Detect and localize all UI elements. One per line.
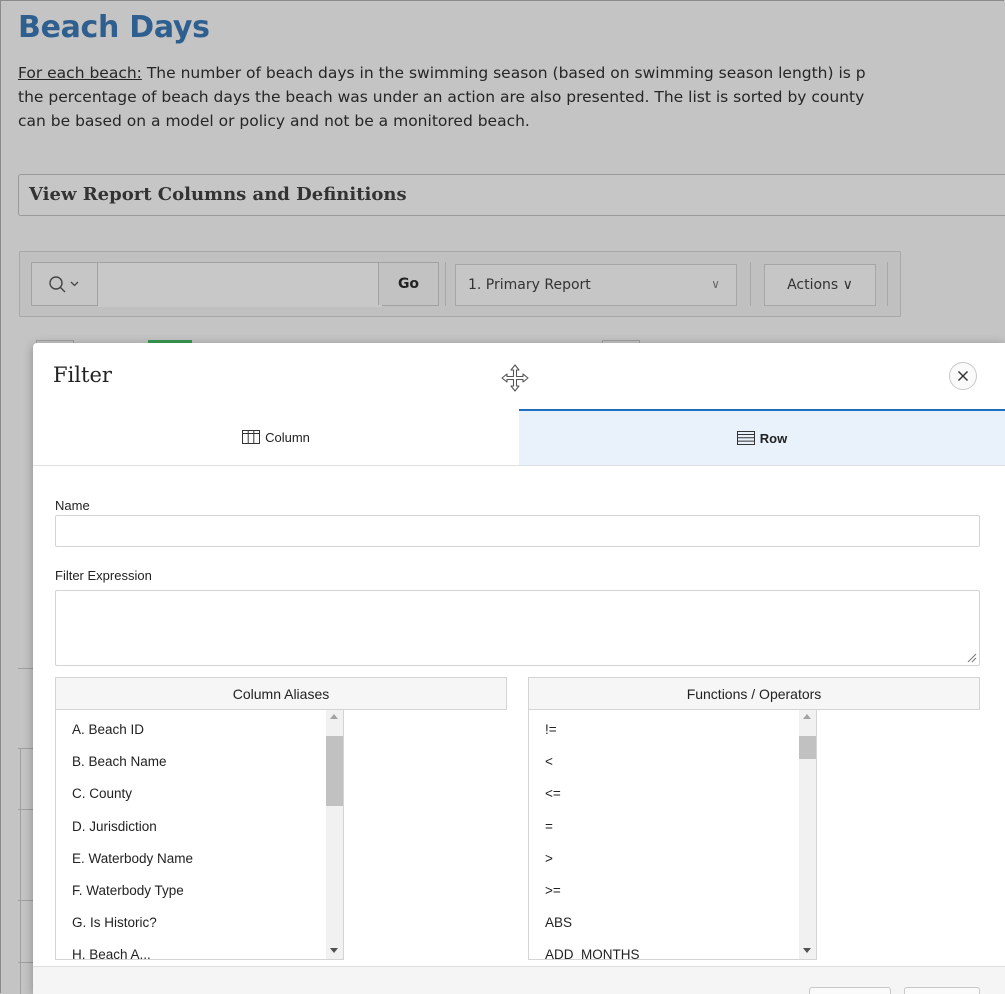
functions-operators-header: Functions / Operators [528,677,980,710]
scroll-down-icon[interactable] [803,948,811,953]
scroll-up-icon[interactable] [803,714,811,719]
scroll-down-icon[interactable] [330,948,338,953]
intro-label: For each beach: [18,64,142,82]
list-item[interactable]: A. Beach ID [56,714,343,746]
list-item[interactable]: <= [529,778,816,810]
search-input[interactable] [98,263,382,307]
search-bar: Go [31,262,439,307]
go-button[interactable]: Go [378,263,438,305]
name-field[interactable] [55,515,980,547]
actions-menu-button[interactable]: Actions ∨ [764,264,876,306]
chevron-down-icon: ∨ [711,277,720,291]
page-title: Beach Days [18,10,210,45]
table-columns-icon [242,430,261,444]
tab-row[interactable]: Row [519,409,1005,465]
tab-column[interactable]: Column [33,409,519,465]
filter-expression-label: Filter Expression [55,568,152,583]
filter-expression-field[interactable] [55,590,980,666]
list-item[interactable]: F. Waterbody Type [56,875,343,907]
list-item[interactable]: > [529,843,816,875]
tab-column-label: Column [265,429,310,445]
background-divider [18,962,34,963]
column-aliases-scrollbar[interactable] [326,710,343,959]
list-item[interactable]: H. Beach A... [56,939,343,959]
table-rows-icon [736,431,755,445]
background-table-row [18,748,34,810]
list-item[interactable]: >= [529,875,816,907]
intro-text-3: can be based on a model or policy and no… [18,112,530,130]
apply-button[interactable] [904,987,980,994]
list-item[interactable]: < [529,746,816,778]
report-description: For each beach: The number of beach days… [18,61,1005,133]
column-aliases-panel: Column Aliases A. Beach ID B. Beach Name… [55,677,507,960]
toolbar-divider [445,262,446,306]
columns-definitions-label: View Report Columns and Definitions [29,184,407,205]
list-item[interactable]: C. County [56,778,343,810]
columns-definitions-toggle[interactable]: View Report Columns and Definitions [18,174,1005,216]
dialog-title: Filter [53,363,112,387]
list-item[interactable]: = [529,811,816,843]
functions-operators-panel: Functions / Operators != < <= = > >= ABS… [528,677,980,960]
search-column-menu-button[interactable] [32,263,98,305]
resize-handle-icon[interactable] [965,651,977,663]
background-divider [18,668,34,669]
functions-operators-list[interactable]: != < <= = > >= ABS ADD_MONTHS [528,710,817,960]
background-divider [18,900,34,901]
toolbar-divider [750,262,751,306]
cancel-button[interactable] [809,987,891,994]
list-item[interactable]: != [529,714,816,746]
dialog-footer [33,966,1005,994]
report-select-value: 1. Primary Report [468,277,591,293]
scrollbar-thumb[interactable] [799,736,816,759]
scroll-up-icon[interactable] [330,714,338,719]
intro-text-2: the percentage of beach days the beach w… [18,88,865,106]
list-item[interactable]: D. Jurisdiction [56,811,343,843]
list-item[interactable]: E. Waterbody Name [56,843,343,875]
close-icon [958,371,968,381]
search-icon [48,276,78,293]
list-item[interactable]: G. Is Historic? [56,907,343,939]
list-item[interactable]: B. Beach Name [56,746,343,778]
filter-dialog: Filter Column Row Name Filter Expression… [33,343,1005,994]
dialog-header[interactable]: Filter [33,343,1005,410]
column-aliases-header: Column Aliases [55,677,507,710]
close-button[interactable] [949,362,977,390]
report-select[interactable]: 1. Primary Report ∨ [455,264,737,306]
name-label: Name [55,498,90,513]
column-aliases-list[interactable]: A. Beach ID B. Beach Name C. County D. J… [55,710,344,960]
list-item[interactable]: ADD_MONTHS [529,939,816,959]
functions-operators-scrollbar[interactable] [799,710,816,959]
list-item[interactable]: ABS [529,907,816,939]
toolbar-divider [887,262,888,306]
move-icon[interactable] [500,363,530,393]
filter-type-tabs: Column Row [33,409,1005,466]
scrollbar-thumb[interactable] [326,736,343,806]
tab-row-label: Row [759,430,788,446]
intro-text-1: The number of beach days in the swimming… [141,64,866,82]
